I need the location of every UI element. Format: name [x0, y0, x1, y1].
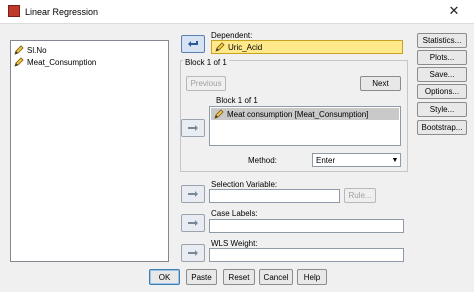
selection-variable-field[interactable]: [209, 189, 340, 203]
method-label: Method:: [248, 156, 277, 165]
selection-variable-label: Selection Variable:: [211, 180, 278, 189]
ok-button[interactable]: OK: [149, 269, 180, 285]
paste-button[interactable]: Paste: [186, 269, 217, 285]
wls-weight-label: WLS Weight:: [211, 239, 258, 248]
variable-label: Meat_Consumption: [27, 57, 97, 67]
close-button[interactable]: ✕: [434, 0, 474, 24]
move-to-wls-weight-button[interactable]: [181, 244, 205, 262]
options-button[interactable]: Options...: [417, 84, 467, 99]
variable-label: Sl.No: [27, 45, 47, 55]
save-button[interactable]: Save...: [417, 67, 467, 82]
case-labels-field[interactable]: [209, 219, 404, 233]
statistics-button[interactable]: Statistics...: [417, 33, 467, 48]
wls-weight-field[interactable]: [209, 248, 404, 262]
arrow-left-icon: [188, 41, 198, 47]
method-select[interactable]: Enter ▼: [312, 153, 401, 167]
window-title: Linear Regression: [25, 7, 99, 17]
block-inner-label: Block 1 of 1: [216, 96, 258, 105]
bootstrap-button[interactable]: Bootstrap...: [417, 120, 467, 135]
app-icon: [8, 5, 20, 17]
previous-button[interactable]: Previous: [186, 76, 226, 91]
variable-item[interactable]: Meat_Consumption: [14, 56, 96, 68]
rule-button[interactable]: Rule...: [344, 188, 376, 203]
scale-variable-icon: [214, 109, 224, 119]
move-to-selection-button[interactable]: [181, 185, 205, 203]
variable-item[interactable]: Sl.No: [14, 44, 47, 56]
case-labels-label: Case Labels:: [211, 209, 258, 218]
next-button[interactable]: Next: [360, 76, 401, 91]
move-to-case-labels-button[interactable]: [181, 214, 205, 232]
help-button[interactable]: Help: [297, 269, 327, 285]
dependent-field[interactable]: Uric_Acid: [211, 40, 403, 54]
arrow-right-icon: [188, 191, 198, 197]
reset-button[interactable]: Reset: [223, 269, 255, 285]
arrow-right-icon: [188, 125, 198, 131]
scale-variable-icon: [14, 57, 24, 67]
independent-item[interactable]: Meat consumption [Meat_Consumption]: [211, 108, 399, 120]
scale-variable-icon: [14, 45, 24, 55]
dependent-value: Uric_Acid: [228, 42, 263, 52]
block-group-title: Block 1 of 1: [183, 58, 229, 67]
cancel-button[interactable]: Cancel: [259, 269, 293, 285]
arrow-right-icon: [188, 250, 198, 256]
move-to-independents-button[interactable]: [181, 119, 205, 137]
style-button[interactable]: Style...: [417, 102, 467, 117]
chevron-down-icon: ▼: [391, 156, 399, 164]
dependent-label: Dependent:: [211, 31, 253, 40]
plots-button[interactable]: Plots...: [417, 50, 467, 65]
independent-label: Meat consumption [Meat_Consumption]: [227, 109, 369, 119]
method-value: Enter: [316, 155, 336, 165]
variable-list[interactable]: Sl.No Meat_Consumption: [10, 40, 169, 262]
scale-variable-icon: [215, 42, 225, 52]
move-to-dependent-button[interactable]: [181, 35, 205, 53]
arrow-right-icon: [188, 220, 198, 226]
